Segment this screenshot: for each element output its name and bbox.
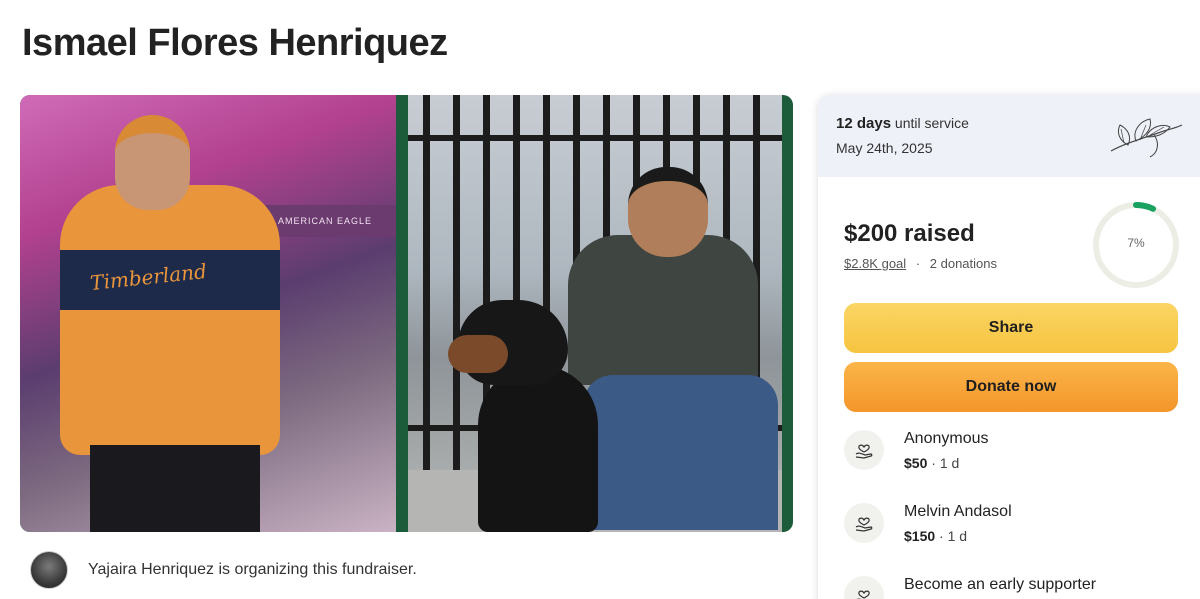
dog-body xyxy=(478,365,598,532)
service-box: 12 days until service May 24th, 2025 xyxy=(818,95,1200,177)
early-supporter-label: Become an early supporter xyxy=(904,576,1097,593)
donor-meta: $150 · 1 d xyxy=(904,528,968,544)
person-right-jeans xyxy=(583,375,778,530)
goal-link[interactable]: $2.8K goal xyxy=(844,256,906,271)
donor-meta: $50 · 1 d xyxy=(904,455,960,471)
organizer-text: Yajaira Henriquez is organizing this fun… xyxy=(88,561,417,578)
donor-name: Melvin Andasol xyxy=(904,503,1012,520)
person-right-shirt xyxy=(568,235,758,385)
donate-button[interactable]: Donate now xyxy=(844,362,1178,412)
heart-hand-icon xyxy=(844,430,884,470)
amount-raised: $200 raised xyxy=(844,220,975,247)
hero-photo-collage[interactable]: AMERICAN EAGLE Timberland xyxy=(20,95,793,532)
organizer-row: Yajaira Henriquez is organizing this fun… xyxy=(30,551,417,589)
pants-left xyxy=(90,445,260,532)
page-title: Ismael Flores Henriquez xyxy=(22,22,448,64)
fence-bar xyxy=(423,95,430,475)
donor-time: 1 d xyxy=(947,528,968,544)
goal-separator: · xyxy=(915,256,921,271)
donation-count: 2 donations xyxy=(929,256,997,271)
donor-item: Melvin Andasol $150 · 1 d xyxy=(844,503,1184,553)
donation-panel: 12 days until service May 24th, 2025 $20… xyxy=(818,95,1200,599)
service-days-suffix: until service xyxy=(891,115,969,131)
heart-hand-icon xyxy=(844,576,884,599)
head-left xyxy=(115,115,190,210)
donor-amount: $150 xyxy=(904,528,936,544)
heart-hand-icon xyxy=(844,503,884,543)
avatar[interactable] xyxy=(30,551,68,589)
hoodie xyxy=(60,185,280,455)
donor-item: Anonymous $50 · 1 d xyxy=(844,430,1184,480)
goal-line: $2.8K goal · 2 donations xyxy=(844,256,997,271)
donor-amount: $50 xyxy=(904,455,928,471)
donor-time: 1 d xyxy=(939,455,960,471)
photo-left: AMERICAN EAGLE Timberland xyxy=(20,95,396,532)
early-supporter-item[interactable]: Become an early supporter xyxy=(844,576,1184,599)
person-right-head xyxy=(628,167,708,257)
donor-name: Anonymous xyxy=(904,430,989,447)
service-days: 12 days xyxy=(836,115,892,132)
progress-percent: 7% xyxy=(1127,236,1145,250)
share-button[interactable]: Share xyxy=(844,303,1178,353)
photo-right xyxy=(408,95,782,532)
fence-bar xyxy=(453,95,460,475)
flower-illustration-icon xyxy=(1110,118,1183,158)
person-left: Timberland xyxy=(50,115,280,532)
dog-muzzle xyxy=(448,335,508,373)
